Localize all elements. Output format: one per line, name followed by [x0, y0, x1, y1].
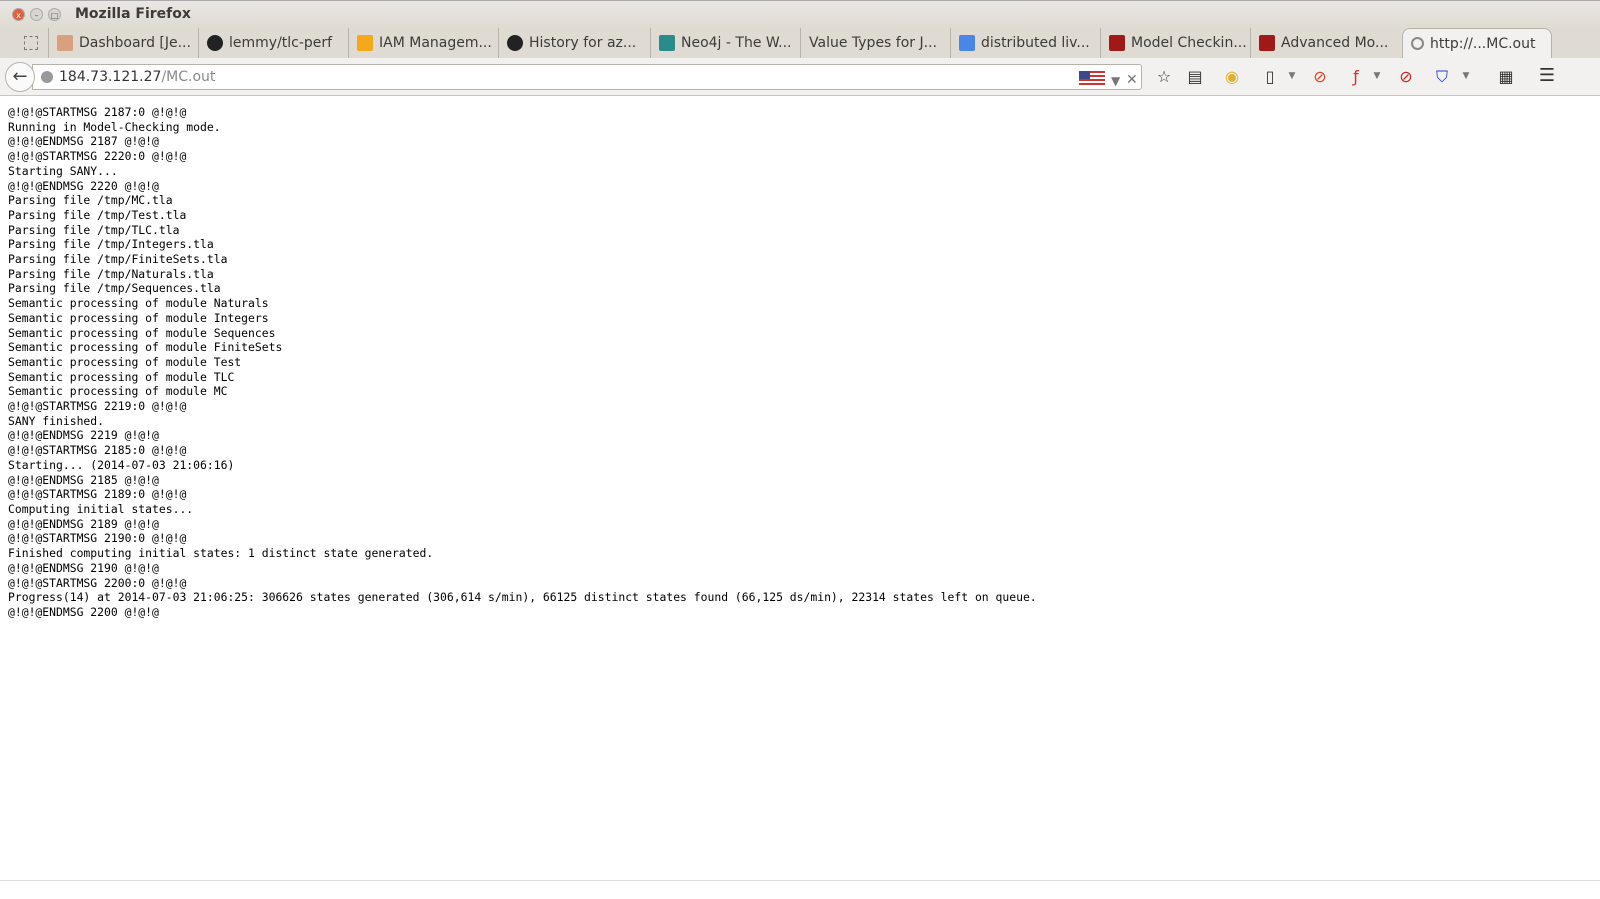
tab[interactable]: Advanced Mo...	[1250, 28, 1400, 58]
navigation-toolbar: 184.73.121.27/MC.out ▼ ✕ ← ☆ ▤ ◉ ▯ ▼ ⊘ ƒ…	[0, 58, 1600, 96]
output-line: @!@!@ENDMSG 2200 @!@!@	[8, 604, 159, 619]
tla-icon	[1259, 35, 1275, 51]
output-line: Parsing file /tmp/Integers.tla	[8, 237, 214, 252]
output-line: Semantic processing of module Naturals	[8, 296, 269, 311]
tab-label: Advanced Mo...	[1281, 35, 1389, 51]
output-line: Parsing file /tmp/Naturals.tla	[8, 266, 214, 281]
close-window-button[interactable]: x	[12, 8, 25, 21]
tab-label: distributed liv...	[981, 35, 1090, 51]
globe-icon	[41, 71, 53, 83]
neo4j-icon	[659, 35, 675, 51]
tab-label: http://...MC.out	[1430, 35, 1536, 52]
maximize-window-button[interactable]: □	[48, 8, 61, 21]
output-line: @!@!@STARTMSG 2185:0 @!@!@	[8, 443, 187, 458]
tla-icon	[1109, 35, 1125, 51]
output-line: SANY finished.	[8, 413, 105, 428]
output-line: @!@!@STARTMSG 2219:0 @!@!@	[8, 399, 187, 414]
aws-icon	[357, 35, 373, 51]
addon-icon[interactable]: ▯	[1260, 67, 1280, 86]
jenkins-icon	[57, 35, 73, 51]
output-line: Semantic processing of module TLC	[8, 369, 235, 384]
tab-label: Neo4j - The W...	[681, 35, 792, 51]
divider	[0, 880, 1600, 881]
tab[interactable]: History for az...	[498, 28, 648, 58]
clipboard-icon[interactable]: ▤	[1185, 67, 1205, 86]
output-line: @!@!@ENDMSG 2190 @!@!@	[8, 560, 159, 575]
output-line: @!@!@ENDMSG 2187 @!@!@	[8, 134, 159, 149]
flash-icon[interactable]: ƒ	[1346, 67, 1366, 86]
output-line: Parsing file /tmp/Test.tla	[8, 207, 187, 222]
output-line: Starting... (2014-07-03 21:06:16)	[8, 457, 235, 472]
tab-label: Value Types for J...	[809, 35, 937, 51]
github-icon	[507, 35, 523, 51]
tab[interactable]: IAM Managem...	[348, 28, 498, 58]
bookmark-star-icon[interactable]: ☆	[1154, 67, 1174, 86]
tab[interactable]: lemmy/tlc-perf	[198, 28, 348, 58]
url-path: /MC.out	[161, 69, 216, 85]
menu-icon[interactable]: ☰	[1537, 65, 1557, 86]
github-icon	[207, 35, 223, 51]
grid-icon[interactable]: ▦	[1496, 67, 1516, 86]
tab[interactable]: http://...MC.out	[1402, 28, 1552, 58]
tab-label: Model Checkin...	[1131, 35, 1247, 51]
window-title: Mozilla Firefox	[75, 6, 191, 22]
tab[interactable]: Value Types for J...	[800, 28, 950, 58]
dropdown-arrow-icon[interactable]: ▼	[1367, 71, 1387, 81]
output-line: Semantic processing of module Sequences	[8, 325, 276, 340]
tab[interactable]: Neo4j - The W...	[650, 28, 800, 58]
output-line: @!@!@STARTMSG 2189:0 @!@!@	[8, 487, 187, 502]
dropdown-arrow-icon[interactable]: ▼	[1456, 71, 1476, 81]
output-line: @!@!@ENDMSG 2185 @!@!@	[8, 472, 159, 487]
dropdown-arrow-icon[interactable]: ▼	[1111, 69, 1120, 93]
output-line: Running in Model-Checking mode.	[8, 119, 221, 134]
output-line: Parsing file /tmp/Sequences.tla	[8, 281, 221, 296]
tab-label: IAM Managem...	[379, 35, 492, 51]
loading-icon	[1411, 37, 1424, 50]
output-line: @!@!@STARTMSG 2190:0 @!@!@	[8, 531, 187, 546]
abe-shield-icon[interactable]: ⛉	[1432, 67, 1452, 87]
tab[interactable]: Dashboard [Je...	[48, 28, 198, 58]
url-host: 184.73.121.27	[59, 69, 162, 85]
tab-label: History for az...	[529, 35, 637, 51]
output-line: Parsing file /tmp/TLC.tla	[8, 222, 180, 237]
output-line: Starting SANY...	[8, 163, 118, 178]
url-bar[interactable]: 184.73.121.27/MC.out ▼ ✕	[32, 64, 1142, 90]
block-icon[interactable]: ⊘	[1310, 67, 1330, 86]
output-line: Parsing file /tmp/FiniteSets.tla	[8, 252, 228, 267]
output-line: Semantic processing of module MC	[8, 384, 228, 399]
output-line: @!@!@ENDMSG 2189 @!@!@	[8, 516, 159, 531]
noscript-icon[interactable]: ⊘	[1396, 67, 1416, 86]
tab[interactable]: Model Checkin...	[1100, 28, 1250, 58]
output-line: Semantic processing of module Integers	[8, 310, 269, 325]
tab-label: Dashboard [Je...	[79, 35, 191, 51]
page-content: @!@!@STARTMSG 2187:0 @!@!@ Running in Mod…	[8, 105, 1037, 620]
back-button[interactable]: ←	[5, 62, 35, 92]
clear-icon[interactable]: ✕	[1126, 68, 1138, 92]
output-line: @!@!@STARTMSG 2187:0 @!@!@	[8, 105, 187, 119]
window-titlebar: x – □ Mozilla Firefox	[0, 0, 1600, 28]
us-flag-icon[interactable]	[1079, 71, 1105, 85]
tab-groups-icon[interactable]	[24, 36, 38, 50]
output-line: Finished computing initial states: 1 dis…	[8, 546, 434, 561]
output-line: Semantic processing of module FiniteSets	[8, 340, 283, 355]
output-line: Parsing file /tmp/MC.tla	[8, 193, 173, 208]
output-line: Semantic processing of module Test	[8, 354, 242, 369]
tab-label: lemmy/tlc-perf	[229, 35, 333, 51]
output-line: Computing initial states...	[8, 501, 194, 516]
google-scholar-icon	[959, 35, 975, 51]
addon-ring-icon[interactable]: ◉	[1222, 67, 1242, 86]
output-line: @!@!@ENDMSG 2220 @!@!@	[8, 178, 159, 193]
tab-bar: Dashboard [Je... lemmy/tlc-perf IAM Manage…	[0, 28, 1600, 58]
output-line: Progress(14) at 2014-07-03 21:06:25: 306…	[8, 590, 1037, 605]
minimize-window-button[interactable]: –	[30, 8, 43, 21]
output-line: @!@!@STARTMSG 2220:0 @!@!@	[8, 149, 187, 164]
tab[interactable]: distributed liv...	[950, 28, 1100, 58]
output-line: @!@!@ENDMSG 2219 @!@!@	[8, 428, 159, 443]
output-line: @!@!@STARTMSG 2200:0 @!@!@	[8, 575, 187, 590]
dropdown-arrow-icon[interactable]: ▼	[1282, 71, 1302, 81]
